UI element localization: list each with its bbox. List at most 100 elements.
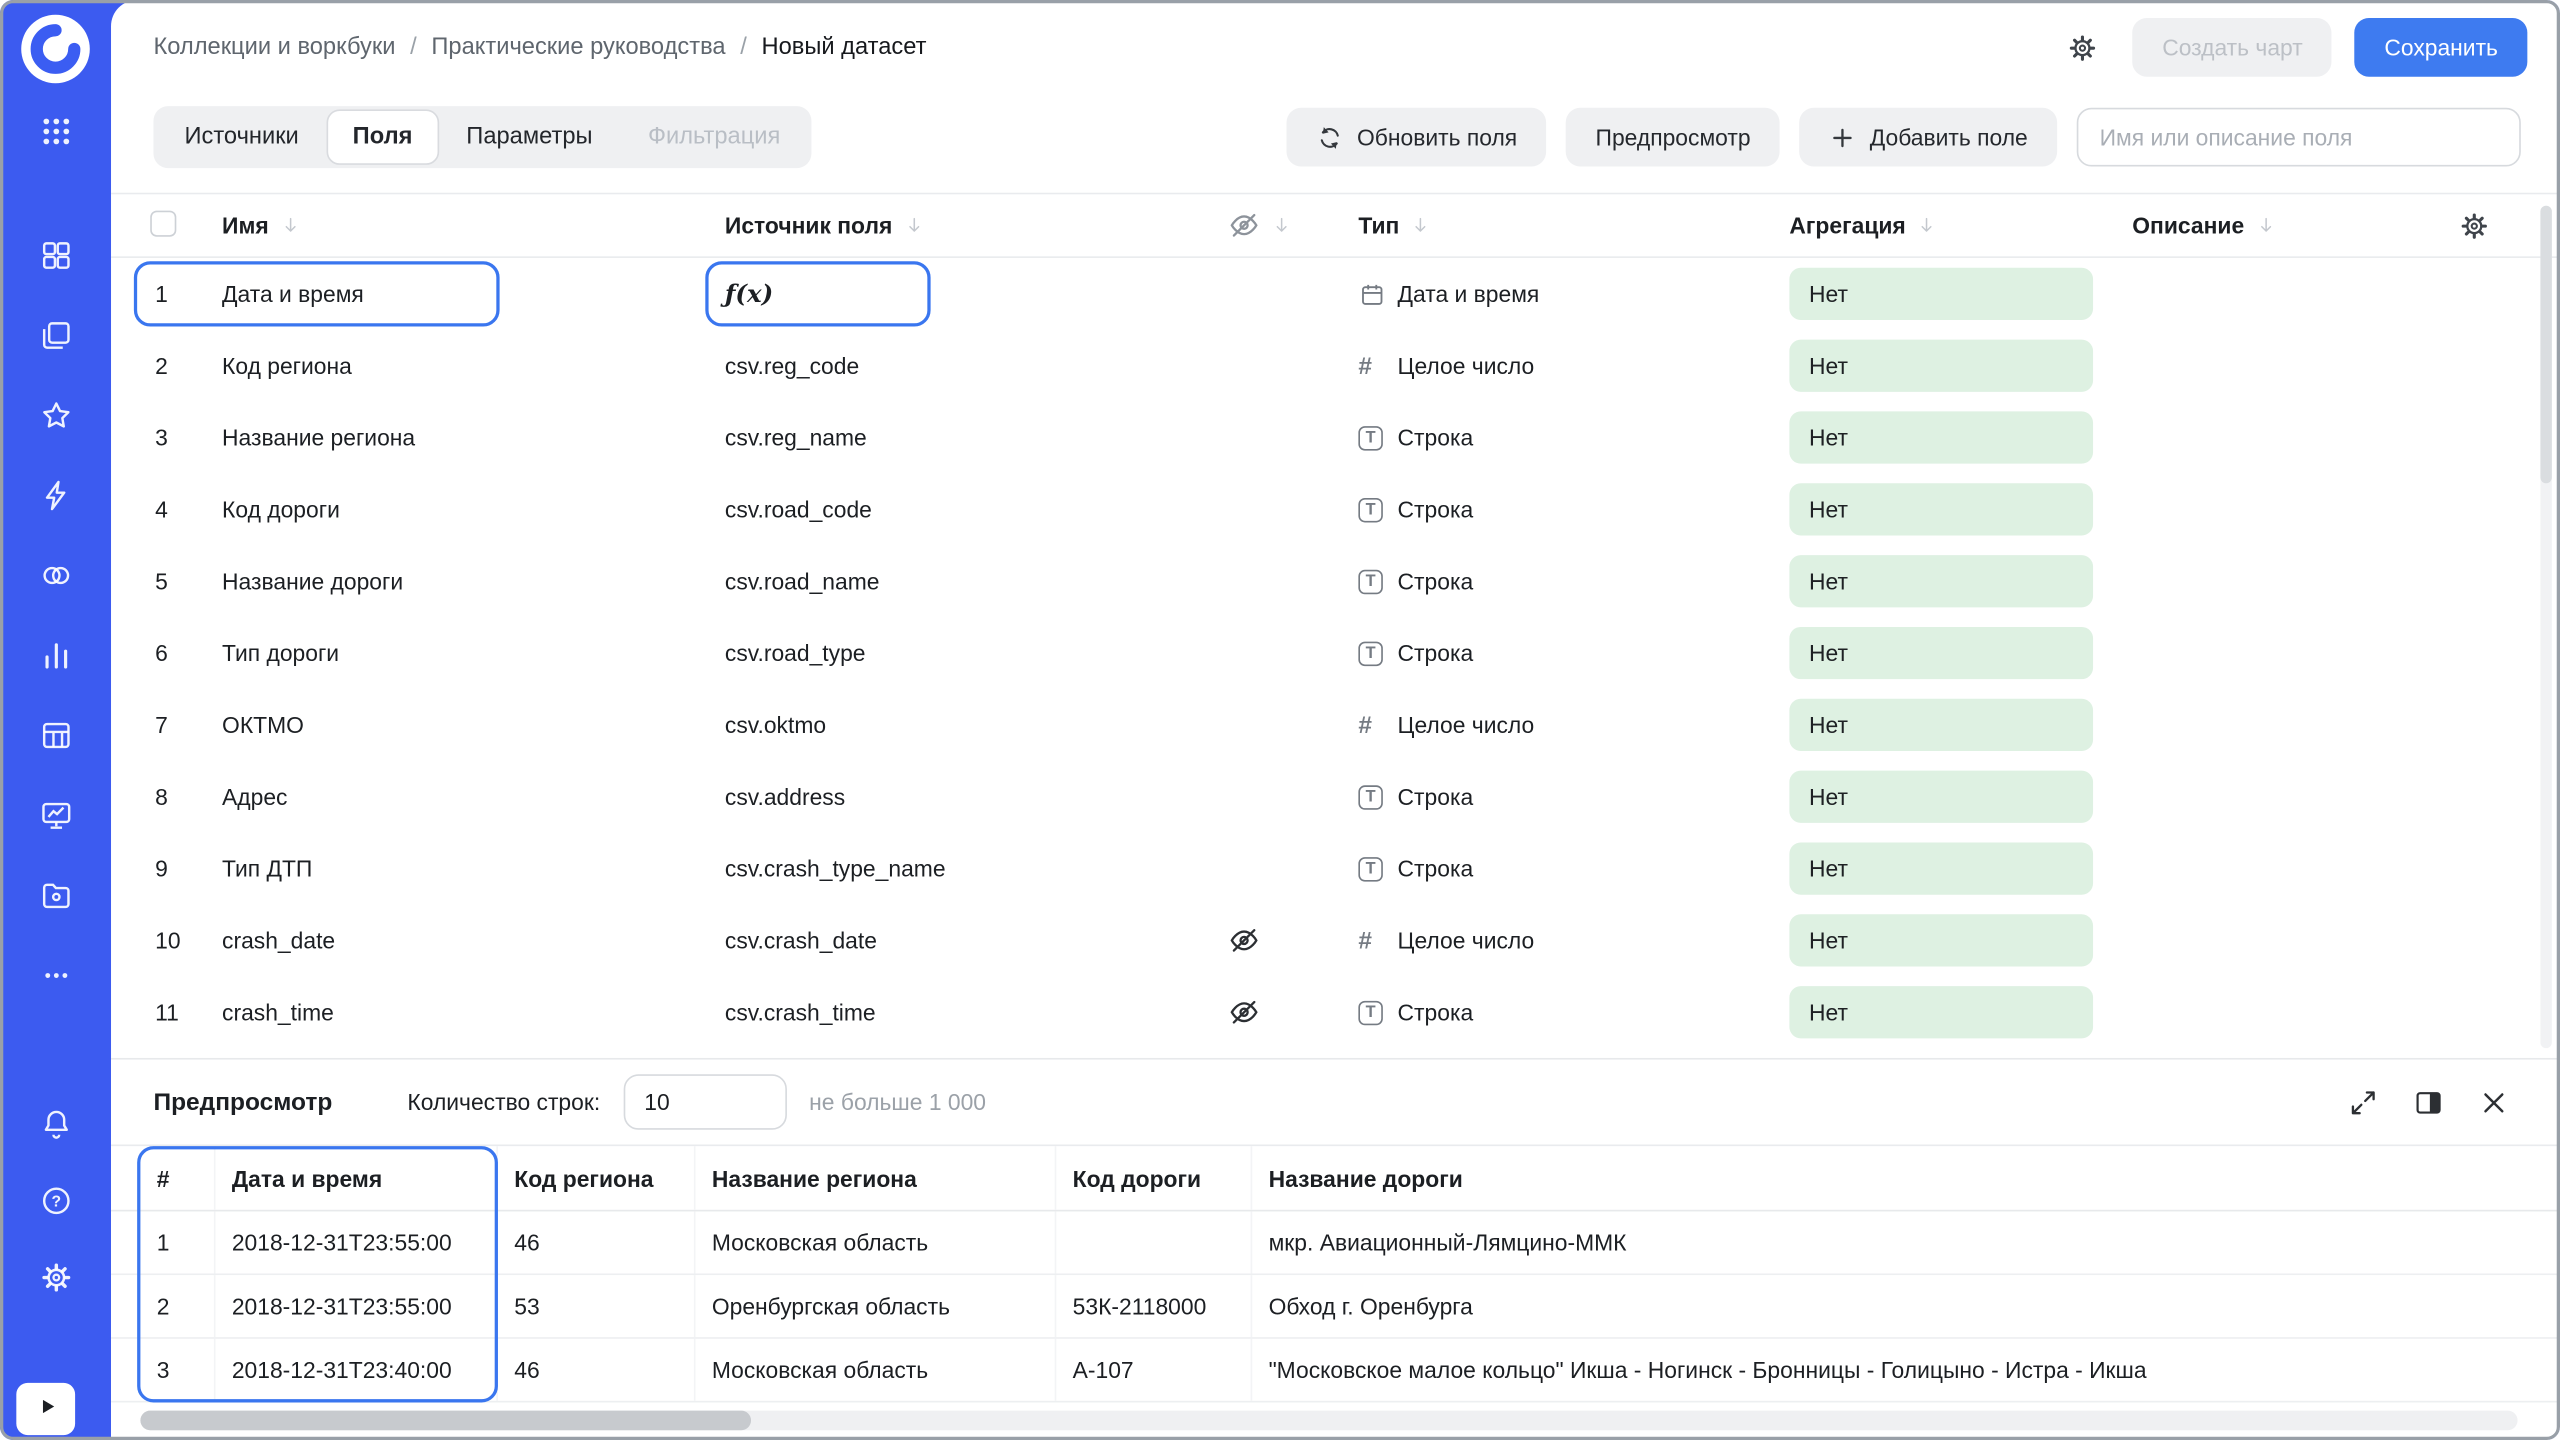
bar-chart-icon[interactable] (36, 635, 75, 674)
field-row[interactable]: 1 Дата и время ƒ(x) Дата и время Нет (111, 258, 2560, 330)
page-title: Новый датасет (762, 34, 927, 60)
add-field-button[interactable]: Добавить поле (1800, 108, 2058, 167)
save-button[interactable]: Сохранить (2355, 18, 2527, 77)
column-header-name[interactable]: Имя (222, 212, 725, 238)
field-row[interactable]: 7 ОКТМО csv.oktmo # Целое число Нет (111, 689, 2560, 761)
star-icon[interactable] (36, 395, 75, 434)
field-row[interactable]: 2 Код региона csv.reg_code # Целое число… (111, 330, 2560, 402)
preview-layout-button[interactable] (2400, 1074, 2456, 1130)
preview-col-datetime: Дата и время (216, 1146, 498, 1210)
expand-panel-button[interactable] (16, 1383, 75, 1435)
aggregation-select[interactable]: Нет (1789, 914, 2093, 966)
plus-icon (1829, 123, 1857, 151)
field-hidden-icon[interactable] (1228, 996, 1359, 1029)
toolbar-actions: Обновить поля Предпросмотр Добавить поле (1287, 108, 2521, 167)
sort-arrow-icon (902, 214, 925, 237)
aggregation-select[interactable]: Нет (1789, 699, 2093, 751)
field-row[interactable]: 3 Название региона csv.reg_name T Строка… (111, 402, 2560, 474)
aggregation-select[interactable]: Нет (1789, 771, 2093, 823)
aggregation-select[interactable]: Нет (1789, 340, 2093, 392)
aggregation-select[interactable]: Нет (1789, 411, 2093, 463)
preview-close-button[interactable] (2465, 1074, 2521, 1130)
aggregation-select[interactable]: Нет (1789, 268, 2093, 320)
workbooks-icon[interactable] (36, 315, 75, 354)
aggregation-select[interactable]: Нет (1789, 986, 2093, 1038)
preview-row-number: 3 (150, 1339, 215, 1401)
field-row[interactable]: 11 crash_time csv.crash_time T Строка Не… (111, 976, 2560, 1048)
aggregation-select[interactable]: Нет (1789, 842, 2093, 894)
row-count-hint: не больше 1 000 (809, 1089, 986, 1115)
ellipsis-icon[interactable] (36, 955, 75, 994)
horizontal-scrollbar-thumb[interactable] (140, 1411, 751, 1431)
folder-icon[interactable] (36, 875, 75, 914)
column-header-aggregation[interactable]: Агрегация (1789, 212, 2132, 238)
row-count-input[interactable] (623, 1074, 786, 1130)
field-name: crash_date (222, 927, 335, 953)
preview-fullscreen-button[interactable] (2335, 1074, 2391, 1130)
preview-cell: "Московское малое кольцо" Икша - Ногинск… (1252, 1339, 2521, 1401)
field-name: ОКТМО (222, 712, 304, 738)
row-number: 9 (150, 856, 168, 882)
column-header-type[interactable]: Тип (1358, 212, 1789, 238)
preview-row: 22018-12-31T23:55:0053Оренбургская облас… (111, 1275, 2560, 1339)
column-header-source[interactable]: Источник поля (725, 212, 1198, 238)
field-row[interactable]: 4 Код дороги csv.road_code T Строка Нет (111, 473, 2560, 545)
field-row[interactable]: 9 Тип ДТП csv.crash_type_name T Строка Н… (111, 833, 2560, 905)
monitor-icon[interactable] (36, 795, 75, 834)
select-all-checkbox[interactable] (150, 210, 176, 236)
preview-panel: Предпросмотр Количество строк: не больше… (111, 1058, 2560, 1440)
lightning-icon[interactable] (36, 475, 75, 514)
field-row[interactable]: 6 Тип дороги csv.road_type T Строка Нет (111, 617, 2560, 689)
column-header-description[interactable]: Описание (2132, 212, 2445, 238)
preview-row-number: 2 (150, 1275, 215, 1337)
tab-sources[interactable]: Источники (157, 106, 327, 168)
column-label: Описание (2132, 212, 2244, 238)
field-source: csv.crash_type_name (725, 856, 946, 882)
aggregation-select[interactable]: Нет (1789, 483, 2093, 535)
preview-table-body: 12018-12-31T23:55:0046Московская область… (111, 1211, 2560, 1402)
preview-toggle-button[interactable]: Предпросмотр (1566, 108, 1780, 167)
dataset-settings-button[interactable] (2054, 20, 2110, 76)
field-row[interactable]: 10 crash_date csv.crash_date # Целое чис… (111, 904, 2560, 976)
field-source: csv.oktmo (725, 712, 826, 738)
row-number: 1 (150, 281, 168, 307)
update-fields-button[interactable]: Обновить поля (1287, 108, 1547, 167)
breadcrumb-collections[interactable]: Коллекции и воркбуки (153, 34, 395, 60)
table-grid-icon[interactable] (36, 715, 75, 754)
field-row[interactable]: 5 Название дороги csv.road_name T Строка… (111, 545, 2560, 617)
help-icon[interactable]: ? (36, 1180, 75, 1219)
bell-icon[interactable] (36, 1104, 75, 1143)
field-hidden-icon[interactable] (1228, 924, 1359, 957)
field-source: csv.road_code (725, 496, 872, 522)
row-number: 11 (150, 999, 179, 1025)
field-name: Код дороги (222, 496, 340, 522)
sort-arrow-icon (279, 214, 302, 237)
table-settings-button[interactable] (2446, 198, 2502, 254)
gear-icon[interactable] (36, 1257, 75, 1296)
preview-title: Предпросмотр (153, 1088, 332, 1116)
column-header-visibility[interactable] (1198, 209, 1358, 242)
tab-filtering: Фильтрация (620, 106, 808, 168)
main-content: Коллекции и воркбуки / Практические руко… (111, 0, 2560, 1440)
field-type-label: Строка (1398, 496, 1474, 522)
rings-icon[interactable] (36, 555, 75, 594)
preview-cell: мкр. Авиационный-Лямцино-ММК (1252, 1211, 2521, 1273)
field-row[interactable]: 8 Адрес csv.address T Строка Нет (111, 761, 2560, 833)
sidebar: ? (0, 0, 111, 1440)
tab-fields[interactable]: Поля (327, 109, 439, 165)
aggregation-select[interactable]: Нет (1789, 627, 2093, 679)
toolbar: Источники Поля Параметры Фильтрация Обно… (111, 101, 2560, 173)
field-search-input[interactable] (2077, 108, 2521, 167)
breadcrumb-guides[interactable]: Практические руководства (431, 34, 725, 60)
vertical-scrollbar-thumb[interactable] (2540, 206, 2551, 484)
apps-grid-icon[interactable] (36, 111, 75, 150)
dashboard-icon[interactable] (36, 235, 75, 274)
preview-cell: 53К-2118000 (1056, 1275, 1252, 1337)
tab-parameters[interactable]: Параметры (439, 106, 621, 168)
sort-arrow-icon (1270, 214, 1293, 237)
aggregation-select[interactable]: Нет (1789, 555, 2093, 607)
preview-header: Предпросмотр Количество строк: не больше… (111, 1060, 2560, 1145)
datalens-logo[interactable] (20, 13, 92, 85)
preview-cell (1056, 1211, 1252, 1273)
vertical-scrollbar (2540, 206, 2551, 1048)
